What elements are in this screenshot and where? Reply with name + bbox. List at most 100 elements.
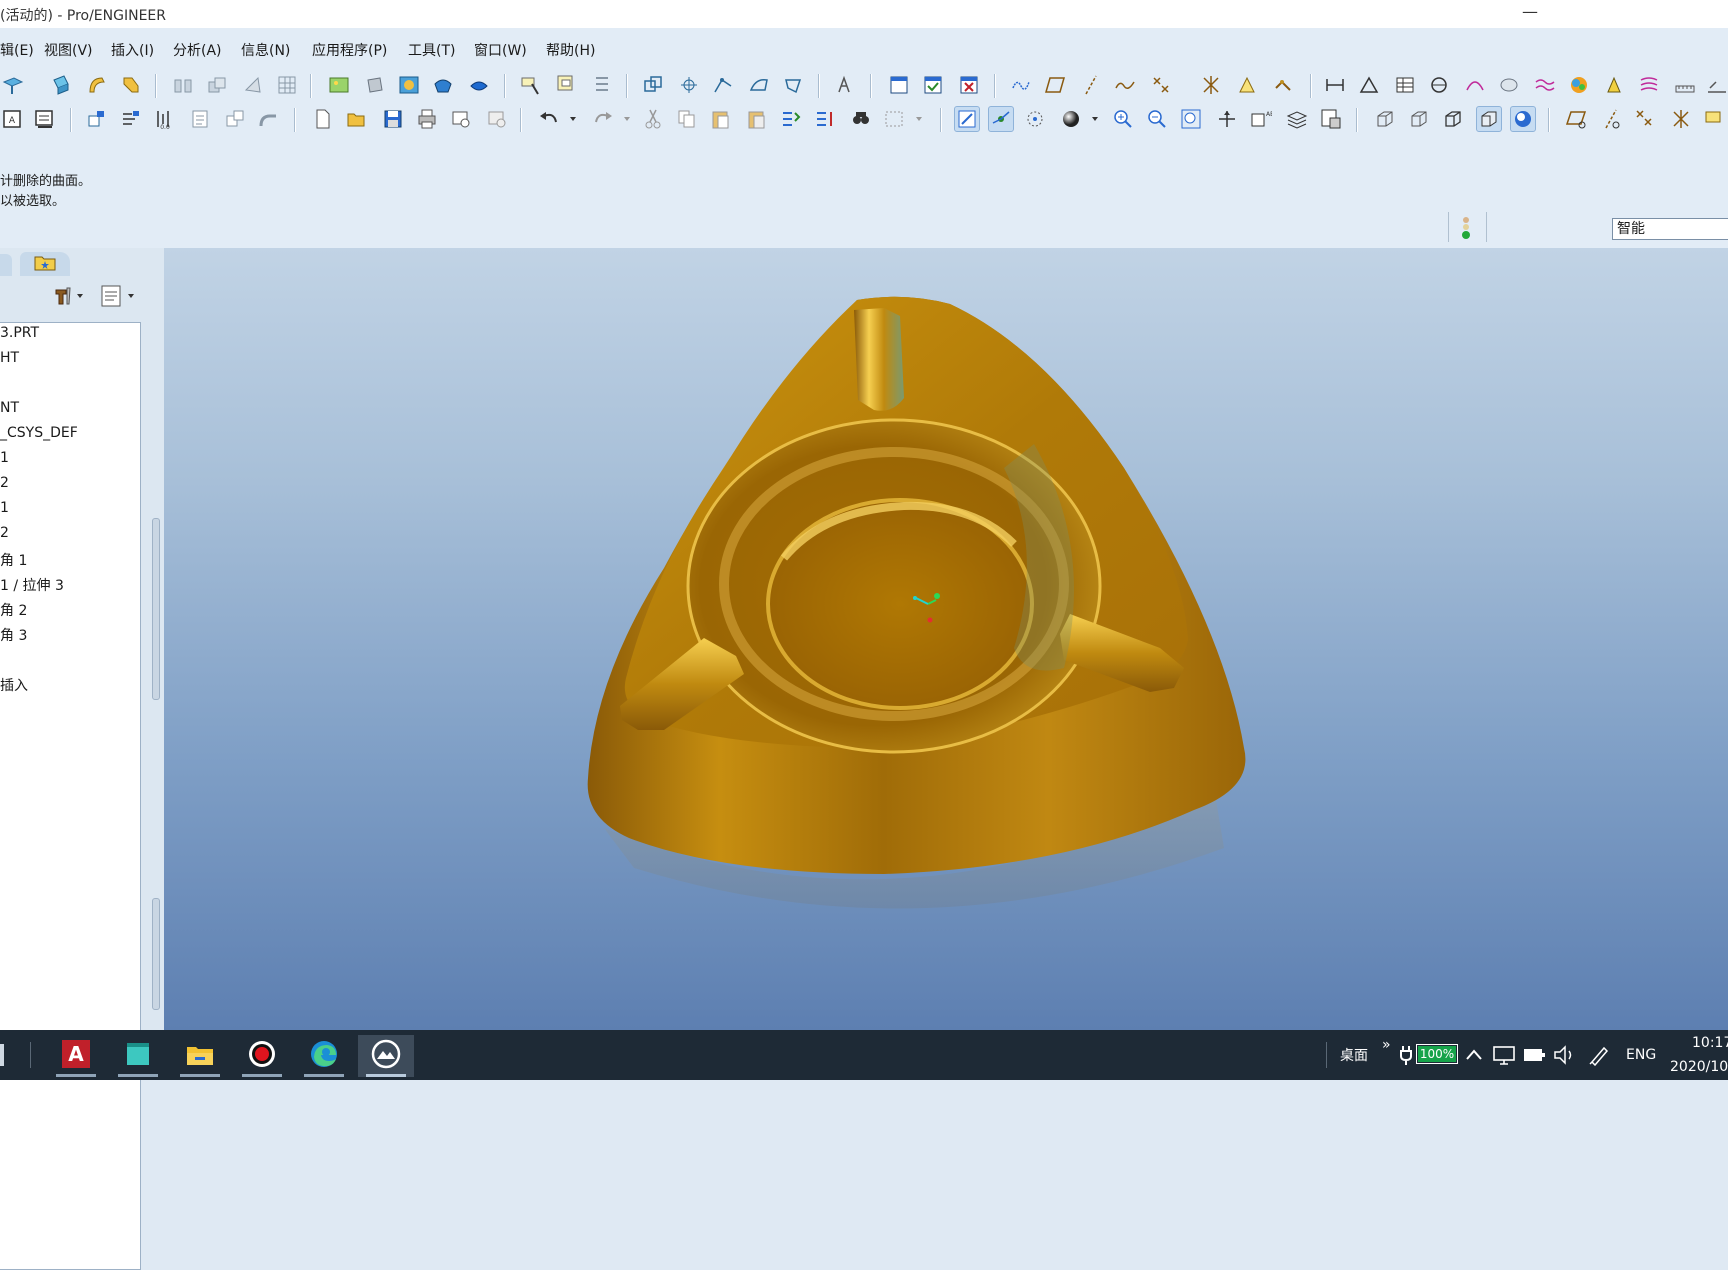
clock-date[interactable]: 2020/10 xyxy=(1670,1042,1728,1092)
taskbar-autocad[interactable]: A xyxy=(48,1035,104,1077)
selection-filter-dropdown[interactable]: 智能 xyxy=(1612,218,1728,240)
taskbar-file-explorer[interactable] xyxy=(172,1035,228,1077)
section-analysis-icon[interactable] xyxy=(1496,72,1522,98)
datum-point-icon[interactable] xyxy=(1148,72,1174,98)
toolbar-more[interactable]: » xyxy=(1382,1020,1391,1070)
taskbar-proengineer[interactable] xyxy=(358,1035,414,1077)
paste-icon[interactable] xyxy=(708,106,734,132)
tree-item-round-1[interactable]: 角 1 xyxy=(0,550,27,570)
note-icon[interactable]: A xyxy=(0,106,26,132)
tree-item-part[interactable]: 3.PRT xyxy=(0,325,39,341)
new-file-icon[interactable] xyxy=(310,106,336,132)
activate-window-icon[interactable] xyxy=(920,72,946,98)
tab-folder-browser[interactable] xyxy=(20,252,70,276)
datum-axis-icon[interactable] xyxy=(676,72,702,98)
appearance-icon[interactable] xyxy=(362,72,388,98)
undo-icon[interactable] xyxy=(536,106,562,132)
reflection-icon[interactable] xyxy=(1532,72,1558,98)
redefine-icon[interactable] xyxy=(778,106,804,132)
menu-window[interactable]: 窗口(W) xyxy=(474,40,527,60)
tree-item-round-2[interactable]: 角 2 xyxy=(0,600,27,620)
menu-help[interactable]: 帮助(H) xyxy=(546,40,595,60)
tree-item-front-plane[interactable]: NT xyxy=(0,400,19,416)
network-icon[interactable] xyxy=(1492,1044,1516,1070)
draft-analysis-icon[interactable] xyxy=(1602,72,1628,98)
print-icon[interactable] xyxy=(414,106,440,132)
battery-tray-icon[interactable] xyxy=(1522,1046,1546,1068)
pen-icon[interactable] xyxy=(1588,1044,1612,1070)
splitter-grip[interactable] xyxy=(152,898,160,1010)
trim-icon[interactable] xyxy=(240,72,266,98)
new-window-icon[interactable] xyxy=(886,72,912,98)
volume-icon[interactable] xyxy=(1552,1044,1576,1070)
photo-render-icon[interactable] xyxy=(326,72,352,98)
selection-box-icon[interactable] xyxy=(882,106,908,132)
menu-insert[interactable]: 插入(I) xyxy=(111,40,154,60)
slope-analysis-icon[interactable] xyxy=(1636,72,1662,98)
menu-applications[interactable]: 应用程序(P) xyxy=(312,40,387,60)
enhanced-realism-icon[interactable] xyxy=(1510,106,1536,132)
reorder-icon[interactable] xyxy=(812,106,838,132)
axis-display-icon[interactable] xyxy=(1598,106,1624,132)
sketched-datum-curve-icon[interactable] xyxy=(1008,72,1034,98)
mass-properties-icon[interactable] xyxy=(1426,72,1452,98)
extrude-icon[interactable] xyxy=(48,72,74,98)
measure-distance-icon[interactable] xyxy=(1322,72,1348,98)
pipe-icon[interactable] xyxy=(256,106,282,132)
menu-info[interactable]: 信息(N) xyxy=(241,40,290,60)
saved-views-icon[interactable]: AB xyxy=(1248,106,1274,132)
datum-curve-tool-icon[interactable] xyxy=(1112,72,1138,98)
parameters-icon[interactable] xyxy=(188,106,214,132)
tab-model-tree[interactable] xyxy=(0,254,12,276)
taskbar-edge[interactable] xyxy=(296,1035,352,1077)
relations-icon[interactable] xyxy=(1270,72,1296,98)
plane-display-icon[interactable] xyxy=(1564,106,1590,132)
select-by-menu-icon[interactable] xyxy=(554,72,580,98)
layers-icon[interactable] xyxy=(1284,106,1310,132)
shade-analysis-icon[interactable] xyxy=(1566,72,1592,98)
display-style-dropdown-icon[interactable] xyxy=(1082,106,1108,132)
zoom-out-icon[interactable] xyxy=(1144,106,1170,132)
family-table-icon[interactable] xyxy=(222,106,248,132)
menu-tools[interactable]: 工具(T) xyxy=(408,40,455,60)
render-window-icon[interactable] xyxy=(466,72,492,98)
spin-center-icon[interactable] xyxy=(988,106,1014,132)
ruler-icon[interactable] xyxy=(1672,72,1698,98)
sweep-icon[interactable] xyxy=(118,72,144,98)
paste-special-icon[interactable] xyxy=(744,106,770,132)
pattern-icon[interactable] xyxy=(274,72,300,98)
render-room-icon[interactable] xyxy=(430,72,456,98)
shading-icon[interactable] xyxy=(1476,106,1502,132)
refit-icon[interactable] xyxy=(1178,106,1204,132)
measure-table-icon[interactable] xyxy=(1392,72,1418,98)
tree-item-csys-def[interactable]: _CSYS_DEF xyxy=(0,425,78,441)
minimize-button[interactable]: — xyxy=(1522,2,1538,21)
datum-csys-icon[interactable] xyxy=(1198,72,1224,98)
settings-hammer-icon[interactable] xyxy=(52,284,86,308)
datum-curve-icon[interactable] xyxy=(710,72,736,98)
view-manager-icon[interactable] xyxy=(1318,106,1344,132)
repaint-icon[interactable] xyxy=(954,106,980,132)
selection-dropdown-icon[interactable] xyxy=(906,106,932,132)
battery-indicator[interactable]: 100% xyxy=(1416,1044,1458,1064)
tree-item-feature[interactable]: 1 xyxy=(0,500,9,516)
open-folder-icon[interactable] xyxy=(344,106,370,132)
model-player-icon[interactable] xyxy=(32,106,58,132)
style-icon[interactable] xyxy=(780,72,806,98)
curvature-icon[interactable] xyxy=(1462,72,1488,98)
cut-icon[interactable] xyxy=(640,106,666,132)
close-window-icon[interactable] xyxy=(956,72,982,98)
boundary-blend-icon[interactable] xyxy=(746,72,772,98)
sketch-icon[interactable] xyxy=(834,72,860,98)
find-icon[interactable] xyxy=(848,106,874,132)
send-mail-icon[interactable] xyxy=(448,106,474,132)
splitter-grip[interactable] xyxy=(152,518,160,700)
undo-dropdown-icon[interactable] xyxy=(560,106,586,132)
tree-item-round-3[interactable]: 角 3 xyxy=(0,625,27,645)
regenerate-icon[interactable] xyxy=(84,106,110,132)
hidden-line-icon[interactable] xyxy=(1406,106,1432,132)
datum-plane-tool-icon[interactable] xyxy=(1042,72,1068,98)
mirror-icon[interactable] xyxy=(170,72,196,98)
taskbar-app[interactable] xyxy=(110,1035,166,1077)
desktop-toolbar-label[interactable]: 桌面 xyxy=(1340,1030,1368,1080)
